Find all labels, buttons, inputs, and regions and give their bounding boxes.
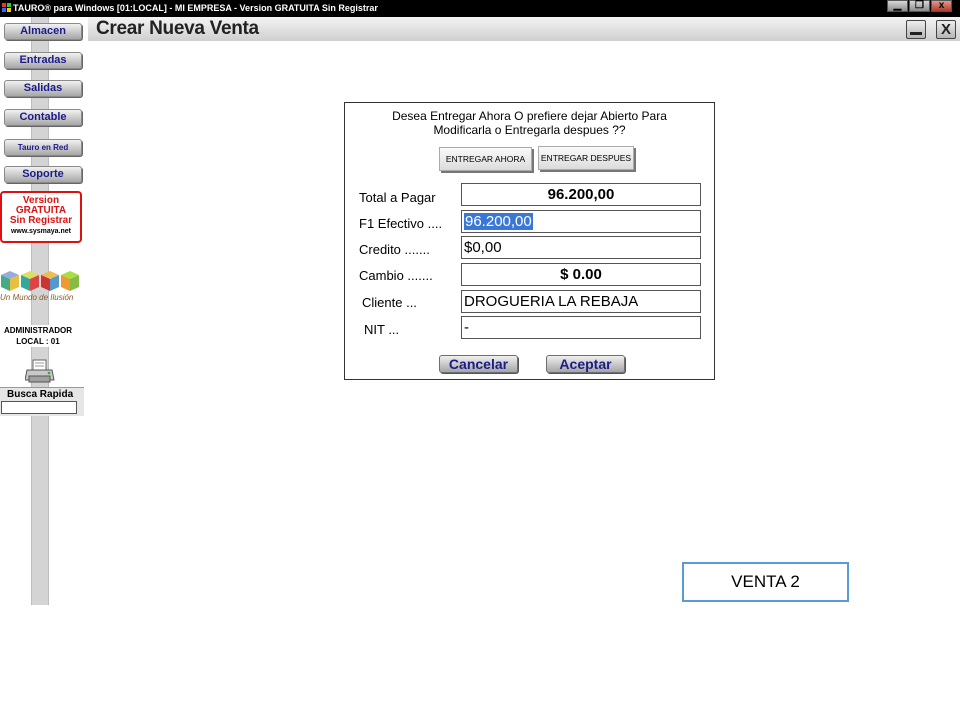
minimize-icon (910, 32, 922, 35)
page-title: Crear Nueva Venta (96, 18, 259, 39)
window-restore-button[interactable]: ❐ (909, 0, 930, 12)
user-local: LOCAL : 01 (16, 337, 60, 346)
logo-text: Un Mundo de Ilusión (0, 293, 74, 302)
credito-label: Credito ....... (359, 242, 430, 257)
minimize-icon: ▁ (893, 0, 902, 11)
cambio-label: Cambio ....... (359, 268, 433, 283)
form-close-button[interactable]: X (936, 20, 956, 39)
quick-search-label: Busca Rapida (7, 389, 74, 400)
cancel-button[interactable]: Cancelar (439, 355, 518, 373)
accept-button[interactable]: Aceptar (546, 355, 625, 373)
sidebar-item-soporte[interactable]: Soporte (4, 166, 82, 183)
user-info: ADMINISTRADOR LOCAL : 01 (0, 325, 76, 347)
sidebar-item-tauro-en-red[interactable]: Tauro en Red (4, 139, 82, 156)
promo-badge[interactable]: Version GRATUITA Sin Registrar www.sysma… (0, 191, 82, 243)
sidebar: Almacen Entradas Salidas Contable Tauro … (0, 17, 88, 720)
venta-label-box: VENTA 2 (682, 562, 849, 602)
window-close-button[interactable]: x (931, 0, 952, 12)
quick-search-input[interactable] (1, 401, 77, 414)
credito-input[interactable]: $0,00 (461, 236, 701, 259)
app-icon (2, 3, 11, 12)
cambio-field: $ 0.00 (461, 263, 701, 286)
close-icon: x (938, 0, 945, 11)
logo-cubes-icon (1, 271, 79, 291)
sidebar-item-entradas[interactable]: Entradas (4, 52, 82, 69)
quick-search: Busca Rapida (0, 387, 84, 416)
sidebar-item-almacen[interactable]: Almacen (4, 23, 82, 40)
window-title-bar: TAURO® para Windows [01:LOCAL] - MI EMPR… (0, 0, 960, 17)
cliente-input[interactable]: DROGUERIA LA REBAJA (461, 290, 701, 313)
total-field: 96.200,00 (461, 183, 701, 206)
dialog-question-line-2: Modificarla o Entregarla despues ?? (433, 123, 626, 137)
form-minimize-button[interactable] (906, 20, 926, 39)
sidebar-item-salidas[interactable]: Salidas (4, 80, 82, 97)
total-label: Total a Pagar (359, 190, 436, 205)
efectivo-label: F1 Efectivo .... (359, 216, 443, 231)
entregar-ahora-button[interactable]: ENTREGAR AHORA (439, 147, 532, 171)
page-header: Crear Nueva Venta X (88, 17, 960, 41)
restore-icon: ❐ (915, 0, 924, 11)
user-role: ADMINISTRADOR (4, 326, 72, 335)
nit-input[interactable]: - (461, 316, 701, 339)
efectivo-input[interactable]: 96.200,00 (461, 210, 701, 233)
promo-url: www.sysmaya.net (10, 228, 72, 235)
entregar-despues-button[interactable]: ENTREGAR DESPUES (538, 146, 634, 170)
dialog-question: Desea Entregar Ahora O prefiere dejar Ab… (345, 109, 714, 137)
promo-line-3: Sin Registrar (9, 215, 73, 226)
window-title: TAURO® para Windows [01:LOCAL] - MI EMPR… (13, 3, 378, 13)
window-minimize-button[interactable]: ▁ (887, 0, 908, 12)
sidebar-item-contable[interactable]: Contable (4, 109, 82, 126)
dialog-question-line-1: Desea Entregar Ahora O prefiere dejar Ab… (392, 109, 667, 123)
efectivo-value: 96.200,00 (464, 213, 533, 230)
nit-label: NIT ... (364, 322, 400, 337)
cliente-label: Cliente ... (362, 295, 417, 310)
printer-icon[interactable] (25, 359, 55, 385)
sidebar-scrollbar[interactable] (31, 17, 49, 605)
delivery-dialog: Desea Entregar Ahora O prefiere dejar Ab… (344, 102, 715, 380)
